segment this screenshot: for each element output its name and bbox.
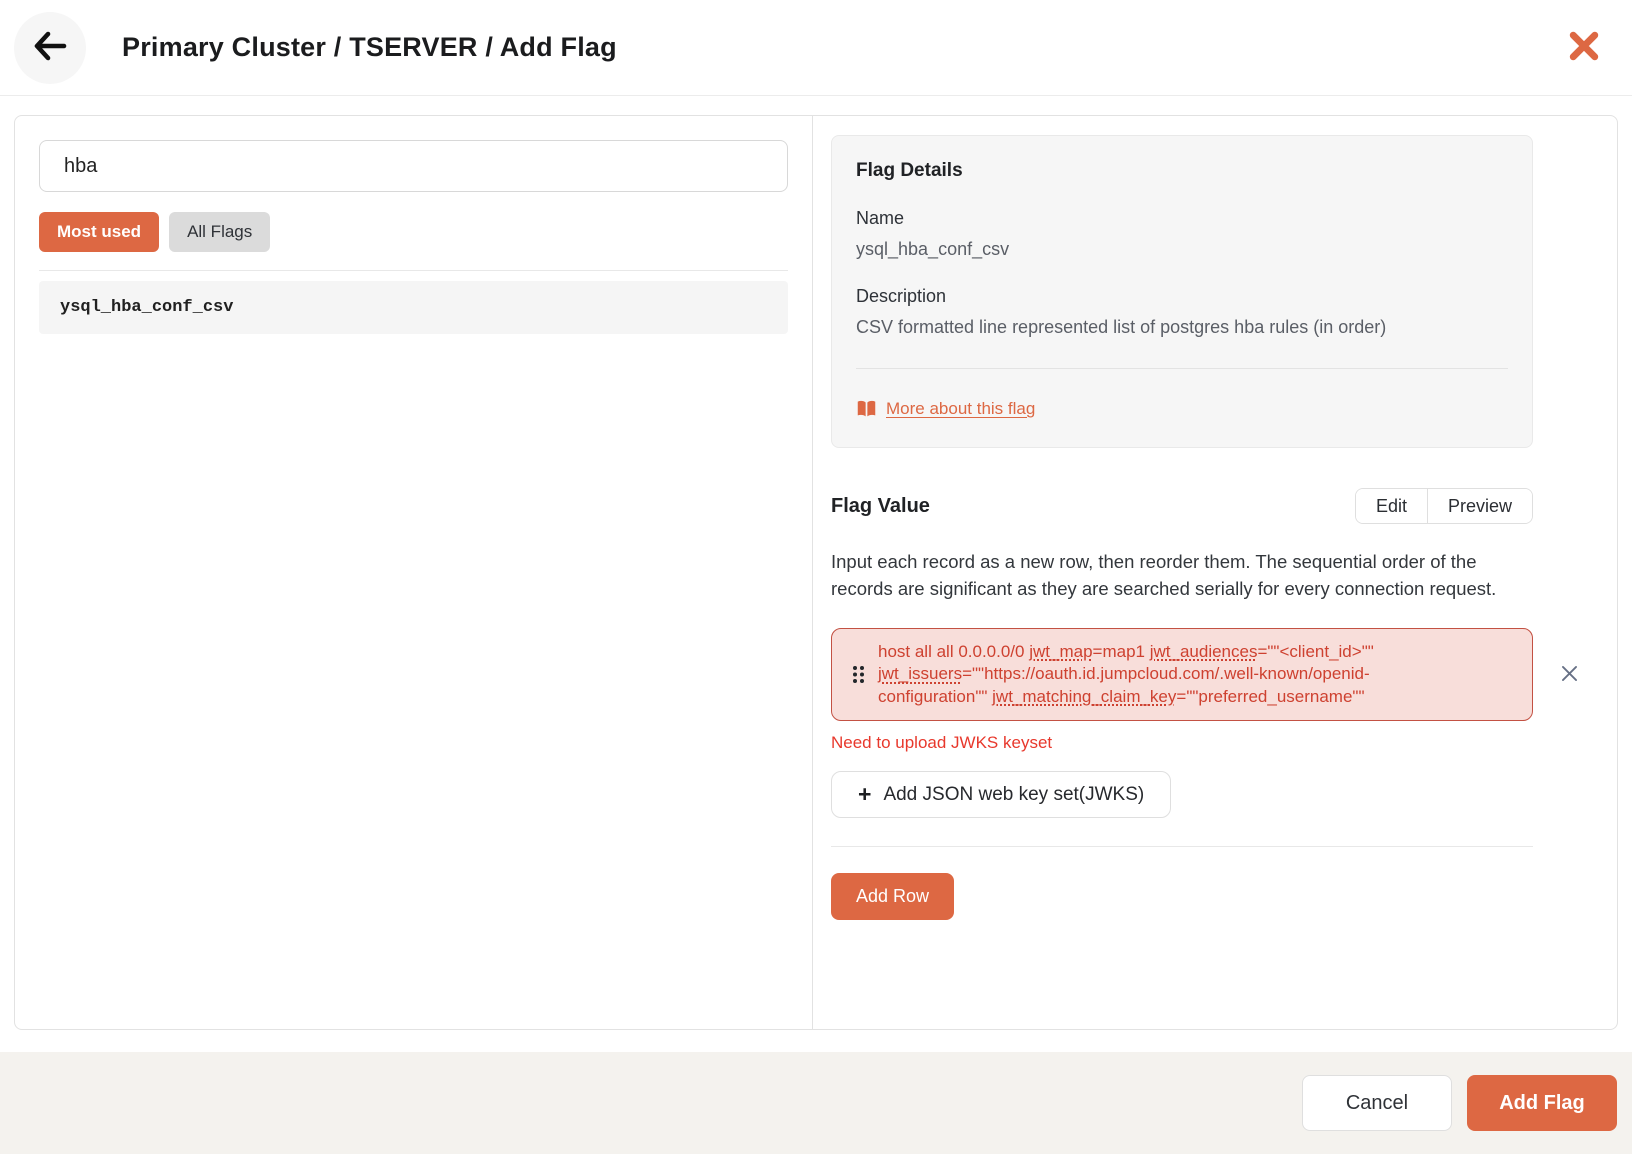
flag-list: ysql_hba_conf_csv xyxy=(39,281,788,334)
flag-detail-panel: Flag Details Name ysql_hba_conf_csv Desc… xyxy=(813,116,1617,1029)
modal-header: Primary Cluster / TSERVER / Add Flag xyxy=(0,0,1632,96)
more-about-flag-link[interactable]: More about this flag xyxy=(856,399,1035,419)
flag-description-value: CSV formatted line represented list of p… xyxy=(856,317,1508,338)
plus-icon: + xyxy=(858,783,871,806)
more-about-flag-label: More about this flag xyxy=(886,399,1035,419)
flag-description-label: Description xyxy=(856,286,1508,307)
flag-details-title: Flag Details xyxy=(856,160,1508,182)
flag-value-row: host all all 0.0.0.0/0 jwt_map=map1 jwt_… xyxy=(831,628,1591,721)
details-divider xyxy=(856,368,1508,369)
content-card: Most used All Flags ysql_hba_conf_csv Fl… xyxy=(14,115,1618,1030)
modal-footer: Cancel Add Flag xyxy=(0,1052,1632,1154)
tab-all-flags[interactable]: All Flags xyxy=(169,212,270,252)
close-button[interactable] xyxy=(1564,26,1604,69)
add-row-button[interactable]: Add Row xyxy=(831,873,954,920)
add-flag-button[interactable]: Add Flag xyxy=(1467,1075,1617,1131)
flag-value-title: Flag Value xyxy=(831,495,930,518)
add-flag-modal: Primary Cluster / TSERVER / Add Flag Mos… xyxy=(0,0,1632,1154)
flag-value-instructions: Input each record as a new row, then reo… xyxy=(831,548,1541,602)
flag-list-item[interactable]: ysql_hba_conf_csv xyxy=(39,281,788,334)
page-title: Primary Cluster / TSERVER / Add Flag xyxy=(122,32,1564,63)
flag-name-value: ysql_hba_conf_csv xyxy=(856,239,1508,260)
flag-value-row-box[interactable]: host all all 0.0.0.0/0 jwt_map=map1 jwt_… xyxy=(831,628,1533,721)
jwks-error-message: Need to upload JWKS keyset xyxy=(831,733,1599,753)
flag-value-rows: host all all 0.0.0.0/0 jwt_map=map1 jwt_… xyxy=(831,628,1599,721)
flag-details-card: Flag Details Name ysql_hba_conf_csv Desc… xyxy=(831,135,1533,448)
remove-row-icon xyxy=(1559,663,1580,687)
add-jwks-button[interactable]: + Add JSON web key set(JWKS) xyxy=(831,771,1171,818)
section-divider xyxy=(831,846,1533,847)
preview-tab[interactable]: Preview xyxy=(1427,489,1532,523)
edit-preview-toggle: Edit Preview xyxy=(1355,488,1533,524)
remove-row-button[interactable] xyxy=(1557,661,1582,689)
open-book-icon xyxy=(856,400,877,418)
drag-handle-icon[interactable] xyxy=(851,664,869,685)
flag-filter-tabs: Most used All Flags xyxy=(39,212,788,252)
cancel-button[interactable]: Cancel xyxy=(1302,1075,1452,1131)
back-button[interactable] xyxy=(14,12,86,84)
back-arrow-icon xyxy=(33,31,67,64)
flag-value-row-text: host all all 0.0.0.0/0 jwt_map=map1 jwt_… xyxy=(878,641,1478,709)
modal-body: Most used All Flags ysql_hba_conf_csv Fl… xyxy=(0,96,1632,1052)
add-jwks-label: Add JSON web key set(JWKS) xyxy=(883,784,1144,806)
flag-value-header: Flag Value Edit Preview xyxy=(831,488,1533,524)
flag-search-panel: Most used All Flags ysql_hba_conf_csv xyxy=(15,116,813,1029)
tab-most-used[interactable]: Most used xyxy=(39,212,159,252)
close-icon xyxy=(1568,30,1600,65)
edit-tab[interactable]: Edit xyxy=(1356,489,1427,523)
list-divider xyxy=(39,270,788,271)
flag-name-label: Name xyxy=(856,208,1508,229)
flag-search-input[interactable] xyxy=(39,140,788,192)
